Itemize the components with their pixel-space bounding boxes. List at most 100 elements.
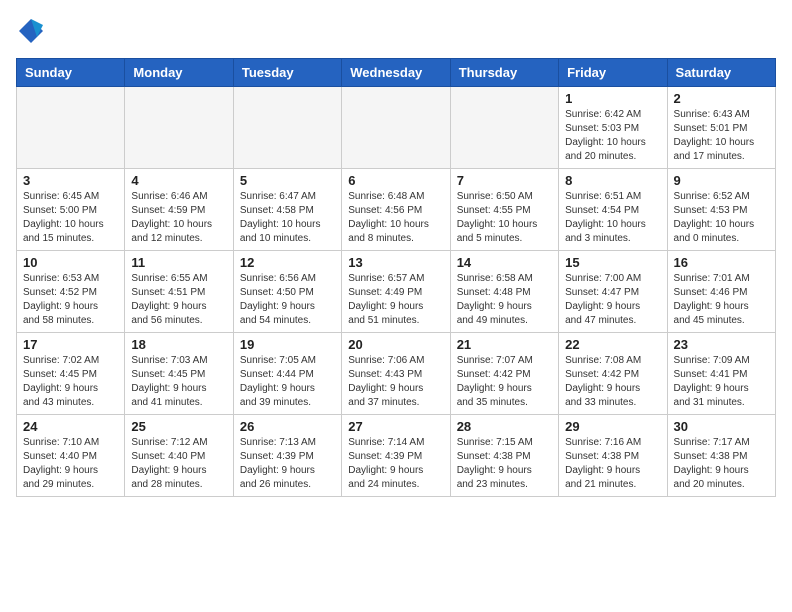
day-number: 12: [240, 255, 335, 270]
page-header: [16, 16, 776, 46]
day-number: 6: [348, 173, 443, 188]
day-number: 7: [457, 173, 552, 188]
calendar-cell: 21Sunrise: 7:07 AM Sunset: 4:42 PM Dayli…: [450, 333, 558, 415]
day-number: 2: [674, 91, 769, 106]
day-number: 21: [457, 337, 552, 352]
calendar-cell: 25Sunrise: 7:12 AM Sunset: 4:40 PM Dayli…: [125, 415, 233, 497]
day-info: Sunrise: 7:00 AM Sunset: 4:47 PM Dayligh…: [565, 272, 660, 328]
calendar-cell: 9 Sunrise: 6:52 AM Sunset: 4:53 PM Daylig…: [667, 169, 775, 251]
day-number: 22: [565, 337, 660, 352]
day-number: 30: [674, 419, 769, 434]
calendar-cell: 14 Sunrise: 6:58 AM Sunset: 4:48 PM Dayli…: [450, 251, 558, 333]
calendar-cell: 18Sunrise: 7:03 AM Sunset: 4:45 PM Dayli…: [125, 333, 233, 415]
day-number: 23: [674, 337, 769, 352]
calendar-cell: 16 Sunrise: 7:01 AM Sunset: 4:46 PM Dayli…: [667, 251, 775, 333]
calendar-cell: 29Sunrise: 7:16 AM Sunset: 4:38 PM Dayli…: [559, 415, 667, 497]
weekday-header: Friday: [559, 59, 667, 87]
day-number: 17: [23, 337, 118, 352]
day-info: Sunrise: 7:08 AM Sunset: 4:42 PM Dayligh…: [565, 354, 660, 410]
weekday-header: Thursday: [450, 59, 558, 87]
day-info: Sunrise: 6:42 AM Sunset: 5:03 PM Dayligh…: [565, 108, 660, 164]
weekday-header: Wednesday: [342, 59, 450, 87]
day-number: 11: [131, 255, 226, 270]
day-number: 19: [240, 337, 335, 352]
calendar-week-row: 1 Sunrise: 6:42 AM Sunset: 5:03 PM Daylig…: [17, 87, 776, 169]
weekday-header: Monday: [125, 59, 233, 87]
day-info: Sunrise: 6:52 AM Sunset: 4:53 PM Dayligh…: [674, 190, 769, 246]
calendar-cell: 11 Sunrise: 6:55 AM Sunset: 4:51 PM Dayli…: [125, 251, 233, 333]
day-number: 15: [565, 255, 660, 270]
calendar-cell: 28 Sunrise: 7:15 AM Sunset: 4:38 PM Dayli…: [450, 415, 558, 497]
calendar-cell: [17, 87, 125, 169]
day-info: Sunrise: 7:03 AM Sunset: 4:45 PM Dayligh…: [131, 354, 226, 410]
calendar-cell: 3 Sunrise: 6:45 AM Sunset: 5:00 PM Daylig…: [17, 169, 125, 251]
day-info: Sunrise: 6:56 AM Sunset: 4:50 PM Dayligh…: [240, 272, 335, 328]
day-number: 28: [457, 419, 552, 434]
day-number: 26: [240, 419, 335, 434]
day-number: 8: [565, 173, 660, 188]
calendar-table: SundayMondayTuesdayWednesdayThursdayFrid…: [16, 58, 776, 497]
calendar-week-row: 3 Sunrise: 6:45 AM Sunset: 5:00 PM Daylig…: [17, 169, 776, 251]
calendar-cell: 4Sunrise: 6:46 AM Sunset: 4:59 PM Daylig…: [125, 169, 233, 251]
day-info: Sunrise: 6:58 AM Sunset: 4:48 PM Dayligh…: [457, 272, 552, 328]
day-number: 4: [131, 173, 226, 188]
day-number: 16: [674, 255, 769, 270]
calendar-cell: 2 Sunrise: 6:43 AM Sunset: 5:01 PM Daylig…: [667, 87, 775, 169]
day-number: 9: [674, 173, 769, 188]
weekday-header: Saturday: [667, 59, 775, 87]
calendar-cell: 23 Sunrise: 7:09 AM Sunset: 4:41 PM Dayli…: [667, 333, 775, 415]
calendar-cell: 20 Sunrise: 7:06 AM Sunset: 4:43 PM Dayli…: [342, 333, 450, 415]
calendar-cell: 17 Sunrise: 7:02 AM Sunset: 4:45 PM Dayli…: [17, 333, 125, 415]
calendar-cell: [233, 87, 341, 169]
day-number: 25: [131, 419, 226, 434]
calendar-header-row: SundayMondayTuesdayWednesdayThursdayFrid…: [17, 59, 776, 87]
day-info: Sunrise: 7:16 AM Sunset: 4:38 PM Dayligh…: [565, 436, 660, 492]
day-info: Sunrise: 6:51 AM Sunset: 4:54 PM Dayligh…: [565, 190, 660, 246]
day-info: Sunrise: 7:02 AM Sunset: 4:45 PM Dayligh…: [23, 354, 118, 410]
weekday-header: Sunday: [17, 59, 125, 87]
day-number: 13: [348, 255, 443, 270]
day-info: Sunrise: 6:47 AM Sunset: 4:58 PM Dayligh…: [240, 190, 335, 246]
calendar-cell: [450, 87, 558, 169]
day-info: Sunrise: 7:17 AM Sunset: 4:38 PM Dayligh…: [674, 436, 769, 492]
day-info: Sunrise: 6:55 AM Sunset: 4:51 PM Dayligh…: [131, 272, 226, 328]
calendar-cell: [342, 87, 450, 169]
calendar-week-row: 10Sunrise: 6:53 AM Sunset: 4:52 PM Dayli…: [17, 251, 776, 333]
logo: [16, 16, 50, 46]
day-number: 5: [240, 173, 335, 188]
day-info: Sunrise: 6:57 AM Sunset: 4:49 PM Dayligh…: [348, 272, 443, 328]
day-number: 14: [457, 255, 552, 270]
day-info: Sunrise: 7:14 AM Sunset: 4:39 PM Dayligh…: [348, 436, 443, 492]
calendar-cell: 6 Sunrise: 6:48 AM Sunset: 4:56 PM Daylig…: [342, 169, 450, 251]
day-info: Sunrise: 6:48 AM Sunset: 4:56 PM Dayligh…: [348, 190, 443, 246]
day-number: 3: [23, 173, 118, 188]
calendar-cell: 19 Sunrise: 7:05 AM Sunset: 4:44 PM Dayli…: [233, 333, 341, 415]
day-info: Sunrise: 6:43 AM Sunset: 5:01 PM Dayligh…: [674, 108, 769, 164]
calendar-cell: 12 Sunrise: 6:56 AM Sunset: 4:50 PM Dayli…: [233, 251, 341, 333]
day-info: Sunrise: 7:10 AM Sunset: 4:40 PM Dayligh…: [23, 436, 118, 492]
calendar-cell: 1 Sunrise: 6:42 AM Sunset: 5:03 PM Daylig…: [559, 87, 667, 169]
calendar-week-row: 24 Sunrise: 7:10 AM Sunset: 4:40 PM Dayli…: [17, 415, 776, 497]
day-number: 1: [565, 91, 660, 106]
day-info: Sunrise: 7:01 AM Sunset: 4:46 PM Dayligh…: [674, 272, 769, 328]
day-info: Sunrise: 6:53 AM Sunset: 4:52 PM Dayligh…: [23, 272, 118, 328]
day-info: Sunrise: 7:09 AM Sunset: 4:41 PM Dayligh…: [674, 354, 769, 410]
calendar-cell: [125, 87, 233, 169]
calendar-cell: 8 Sunrise: 6:51 AM Sunset: 4:54 PM Daylig…: [559, 169, 667, 251]
day-info: Sunrise: 7:13 AM Sunset: 4:39 PM Dayligh…: [240, 436, 335, 492]
day-info: Sunrise: 7:15 AM Sunset: 4:38 PM Dayligh…: [457, 436, 552, 492]
day-info: Sunrise: 6:45 AM Sunset: 5:00 PM Dayligh…: [23, 190, 118, 246]
calendar-cell: 26 Sunrise: 7:13 AM Sunset: 4:39 PM Dayli…: [233, 415, 341, 497]
day-number: 20: [348, 337, 443, 352]
day-info: Sunrise: 7:05 AM Sunset: 4:44 PM Dayligh…: [240, 354, 335, 410]
calendar-cell: 22 Sunrise: 7:08 AM Sunset: 4:42 PM Dayli…: [559, 333, 667, 415]
calendar-cell: 15 Sunrise: 7:00 AM Sunset: 4:47 PM Dayli…: [559, 251, 667, 333]
day-number: 24: [23, 419, 118, 434]
calendar-cell: 24 Sunrise: 7:10 AM Sunset: 4:40 PM Dayli…: [17, 415, 125, 497]
calendar-week-row: 17 Sunrise: 7:02 AM Sunset: 4:45 PM Dayli…: [17, 333, 776, 415]
weekday-header: Tuesday: [233, 59, 341, 87]
logo-icon: [16, 16, 46, 46]
calendar-cell: 10Sunrise: 6:53 AM Sunset: 4:52 PM Dayli…: [17, 251, 125, 333]
day-info: Sunrise: 7:06 AM Sunset: 4:43 PM Dayligh…: [348, 354, 443, 410]
day-number: 27: [348, 419, 443, 434]
